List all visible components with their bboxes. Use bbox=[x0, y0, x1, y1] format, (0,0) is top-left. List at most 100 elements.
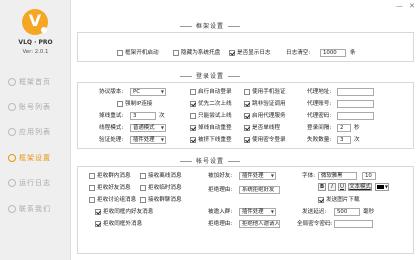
log-clear-unit: 条 bbox=[350, 50, 356, 56]
reject-reason2-label: 拒绝理由: bbox=[208, 221, 233, 227]
checkbox-box bbox=[190, 112, 196, 119]
sidebar-item-contact[interactable]: 联系我们 bbox=[0, 198, 71, 220]
checkbox-label: 是否单线程 bbox=[252, 125, 280, 131]
sidebar-item-apps[interactable]: 应用列表 bbox=[0, 121, 71, 143]
receive-group-chat-checkbox[interactable]: 接收群聊消息 bbox=[140, 196, 182, 204]
login-interval-label: 登录间隔: bbox=[307, 125, 332, 131]
checkbox-label: 发送图片下载 bbox=[326, 197, 360, 203]
login-interval-input[interactable]: 2 bbox=[337, 124, 351, 132]
checkbox-box bbox=[244, 88, 250, 95]
text-mode-button[interactable]: 文本模式 bbox=[348, 183, 372, 191]
receive-offline-msg-checkbox[interactable]: 接收离线消息 bbox=[140, 172, 182, 180]
sidebar-item-accounts[interactable]: 账号列表 bbox=[0, 96, 71, 118]
checkbox-label: 是否显示日志 bbox=[237, 50, 271, 56]
checkbox-box bbox=[117, 49, 123, 56]
sidebar-item-label: 应用列表 bbox=[19, 128, 51, 136]
auto-relogin-checkbox[interactable]: 掉线自动重登 bbox=[190, 124, 232, 132]
chevron-down-icon: ▼ bbox=[270, 173, 274, 178]
sidebar-item-label: 运行日志 bbox=[19, 179, 51, 187]
color-picker[interactable]: ▼ bbox=[375, 183, 389, 191]
checkbox-box bbox=[244, 136, 250, 143]
global-password-input[interactable] bbox=[334, 220, 373, 228]
proxy-password-input[interactable] bbox=[337, 112, 374, 120]
chevron-down-icon: ▼ bbox=[160, 89, 164, 94]
sidebar-item-label: 联系我们 bbox=[19, 205, 51, 213]
log-clear-input[interactable]: 1000 bbox=[320, 49, 346, 57]
add-friend-label: 被加好友: bbox=[208, 173, 233, 179]
checkbox-label: 框架开机启动 bbox=[125, 50, 159, 56]
show-log-checkbox[interactable]: 是否显示日志 bbox=[229, 49, 271, 57]
phone-verify-checkbox[interactable]: 使用手机验证 bbox=[244, 88, 286, 96]
reject-same-frame-friend-checkbox[interactable]: 拒收同框内好友消息 bbox=[95, 208, 153, 216]
checkbox-box bbox=[244, 112, 250, 119]
login-interval-unit: 秒 bbox=[354, 125, 360, 131]
checkbox-box bbox=[89, 196, 95, 203]
group-invite-select[interactable]: 插件处理 ▼ bbox=[239, 208, 276, 216]
relogin-label: 掉线重试: bbox=[99, 113, 124, 119]
thread-select[interactable]: 普通模式 ▼ bbox=[130, 124, 166, 132]
checkbox-label: 接收群聊消息 bbox=[148, 197, 182, 203]
checkbox-box bbox=[229, 49, 235, 56]
fail-count-label: 失败数量: bbox=[307, 137, 332, 143]
only-online-checkbox[interactable]: 只能尝试上线 bbox=[190, 112, 232, 120]
select-value: 微软雅黑 bbox=[321, 173, 343, 179]
checkbox-box bbox=[89, 172, 95, 179]
priority-online-checkbox[interactable]: 优先二次上线 bbox=[190, 100, 232, 108]
proxy-account-label: 代理账号: bbox=[307, 101, 332, 107]
sidebar-item-logs[interactable]: 运行日志 bbox=[0, 172, 71, 194]
section-title-account: 帐号设置 bbox=[0, 156, 420, 165]
font-select[interactable]: 微软雅黑 bbox=[318, 172, 357, 180]
checkbox-box bbox=[117, 100, 123, 107]
force-ip-checkbox[interactable]: 强制IP连接 bbox=[117, 100, 152, 108]
checkbox-box bbox=[173, 49, 179, 56]
reject-other-frame-msg-checkbox[interactable]: 拒收同框外消息 bbox=[95, 220, 142, 228]
autostart-checkbox[interactable]: 框架开机启动 bbox=[117, 49, 159, 57]
checkbox-label: 使用手机验证 bbox=[252, 89, 286, 95]
checkbox-label: 被挤下线重登 bbox=[198, 137, 232, 143]
reject-reason2-input[interactable]: 拒绝他人邀请入群 bbox=[239, 220, 280, 228]
checkbox-box bbox=[140, 172, 146, 179]
rerun-login-checkbox[interactable]: 被挤下线重登 bbox=[190, 136, 232, 144]
send-image-checkbox[interactable]: 发送图片下载 bbox=[318, 196, 360, 204]
checkbox-label: 隐藏为系统托盘 bbox=[181, 50, 221, 56]
send-interval-label: 发送延迟: bbox=[302, 209, 327, 215]
reject-temp-msg-checkbox[interactable]: 拒收临时消息 bbox=[140, 184, 182, 192]
proxy-address-input[interactable] bbox=[337, 88, 374, 96]
verify-select[interactable]: 插件处理 ▼ bbox=[130, 136, 166, 144]
proxy-account-input[interactable] bbox=[337, 100, 374, 108]
bold-button[interactable]: B bbox=[318, 183, 326, 191]
apps-icon bbox=[8, 128, 16, 136]
chevron-down-icon: ▼ bbox=[160, 125, 164, 130]
checkbox-label: 拒收好友消息 bbox=[97, 185, 131, 191]
checkbox-label: 优先二次上线 bbox=[198, 101, 232, 107]
close-button[interactable]: ✕ bbox=[409, 3, 415, 10]
proxy-thread-checkbox[interactable]: 是否单线程 bbox=[244, 124, 280, 132]
protocol-select[interactable]: PC ▼ bbox=[130, 88, 166, 96]
checkbox-label: 跳非验证调用 bbox=[252, 101, 286, 107]
checkbox-box bbox=[95, 208, 101, 215]
send-interval-input[interactable]: 500 bbox=[334, 208, 360, 216]
minimize-button[interactable]: — bbox=[396, 3, 403, 10]
auto-login-checkbox[interactable]: 启行自动登录 bbox=[190, 88, 232, 96]
reject-discussion-msg-checkbox[interactable]: 拒收讨论组消息 bbox=[89, 196, 136, 204]
checkbox-box bbox=[244, 124, 250, 131]
checkbox-label: 强制IP连接 bbox=[125, 101, 153, 107]
skip-verify-checkbox[interactable]: 跳非验证调用 bbox=[244, 100, 286, 108]
select-value: 插件处理 bbox=[242, 173, 264, 179]
sidebar-item-label: 账号列表 bbox=[19, 103, 51, 111]
enable-proxy-checkbox[interactable]: 启用代理服务 bbox=[244, 112, 286, 120]
reject-reason-input[interactable]: 系统拒绝好友 bbox=[239, 186, 280, 194]
italic-button[interactable]: I bbox=[328, 183, 336, 191]
add-friend-select[interactable]: 插件处理 ▼ bbox=[239, 172, 276, 180]
tray-checkbox[interactable]: 隐藏为系统托盘 bbox=[173, 49, 220, 57]
reject-friend-msg-checkbox[interactable]: 拒收好友消息 bbox=[89, 184, 131, 192]
underline-button[interactable]: U bbox=[338, 183, 346, 191]
font-size-input[interactable]: 10 bbox=[362, 172, 376, 180]
use-proxy-login-checkbox[interactable]: 使用密令登录 bbox=[244, 136, 286, 144]
checkbox-label: 拒收临时消息 bbox=[148, 185, 182, 191]
checkbox-box bbox=[140, 184, 146, 191]
relogin-input[interactable]: 3 bbox=[130, 112, 156, 120]
checkbox-box bbox=[95, 220, 101, 227]
fail-count-input[interactable]: 3 bbox=[337, 136, 351, 144]
reject-group-msg-checkbox[interactable]: 拒收群内消息 bbox=[89, 172, 131, 180]
